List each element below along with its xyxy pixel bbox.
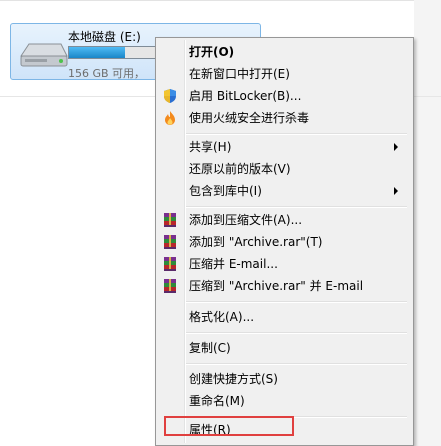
menu-item-label: 包含到库中(I) <box>189 184 262 198</box>
menu-item-label: 共享(H) <box>189 140 232 154</box>
menu-item-rename[interactable]: 重命名(M) <box>158 390 411 412</box>
menu-item-format[interactable]: 格式化(A)... <box>158 306 411 328</box>
menu-item-label: 在新窗口中打开(E) <box>189 67 290 81</box>
hard-drive-icon <box>20 43 68 67</box>
drive-name: 本地磁盘 (E:) <box>68 30 141 44</box>
menu-item-compress-and-email[interactable]: 压缩并 E-mail... <box>158 253 411 275</box>
drive-usage-fill <box>69 47 126 58</box>
drive-free-space: 156 GB 可用， <box>68 67 146 80</box>
huorong-flame-icon <box>165 111 175 125</box>
menu-item-huorong-scan[interactable]: 使用火绒安全进行杀毒 <box>158 107 411 129</box>
winrar-icon <box>164 257 176 271</box>
menu-item-label: 压缩并 E-mail... <box>189 257 278 271</box>
menu-item-share[interactable]: 共享(H) <box>158 136 411 158</box>
menu-separator <box>186 206 407 208</box>
winrar-icon <box>164 213 176 227</box>
submenu-arrow-icon <box>394 143 398 151</box>
menu-item-label: 添加到 "Archive.rar"(T) <box>189 235 323 249</box>
context-menu: 打开(O) 在新窗口中打开(E) 启用 BitLocker(B)... 使用火绒… <box>155 37 414 446</box>
menu-item-label: 添加到压缩文件(A)... <box>189 213 303 227</box>
menu-separator <box>186 332 407 334</box>
menu-item-open-new-window[interactable]: 在新窗口中打开(E) <box>158 63 411 85</box>
properties-highlight-box <box>164 416 294 436</box>
menu-item-label: 格式化(A)... <box>189 310 255 324</box>
menu-separator <box>186 363 407 365</box>
menu-item-restore-previous[interactable]: 还原以前的版本(V) <box>158 158 411 180</box>
shield-icon <box>164 89 176 103</box>
window-top-border <box>0 0 441 1</box>
menu-item-label: 还原以前的版本(V) <box>189 162 291 176</box>
menu-item-label: 启用 BitLocker(B)... <box>189 89 302 103</box>
menu-item-label: 创建快捷方式(S) <box>189 372 278 386</box>
winrar-icon <box>164 235 176 249</box>
menu-item-add-to-archive-rar[interactable]: 添加到 "Archive.rar"(T) <box>158 231 411 253</box>
menu-item-open[interactable]: 打开(O) <box>158 41 411 63</box>
menu-item-label: 重命名(M) <box>189 394 245 408</box>
menu-item-create-shortcut[interactable]: 创建快捷方式(S) <box>158 368 411 390</box>
menu-separator <box>186 133 407 135</box>
menu-item-copy[interactable]: 复制(C) <box>158 337 411 359</box>
menu-item-add-to-archive[interactable]: 添加到压缩文件(A)... <box>158 209 411 231</box>
menu-item-label: 复制(C) <box>189 341 231 355</box>
menu-item-label: 使用火绒安全进行杀毒 <box>189 111 310 125</box>
menu-item-label: 压缩到 "Archive.rar" 并 E-mail <box>189 279 364 293</box>
submenu-arrow-icon <box>394 187 398 195</box>
menu-item-label: 打开(O) <box>189 45 235 59</box>
menu-item-include-in-library[interactable]: 包含到库中(I) <box>158 180 411 202</box>
menu-separator <box>186 301 407 303</box>
winrar-icon <box>164 279 176 293</box>
menu-item-compress-archive-rar-email[interactable]: 压缩到 "Archive.rar" 并 E-mail <box>158 275 411 297</box>
window-right-edge <box>414 0 441 446</box>
menu-item-bitlocker[interactable]: 启用 BitLocker(B)... <box>158 85 411 107</box>
